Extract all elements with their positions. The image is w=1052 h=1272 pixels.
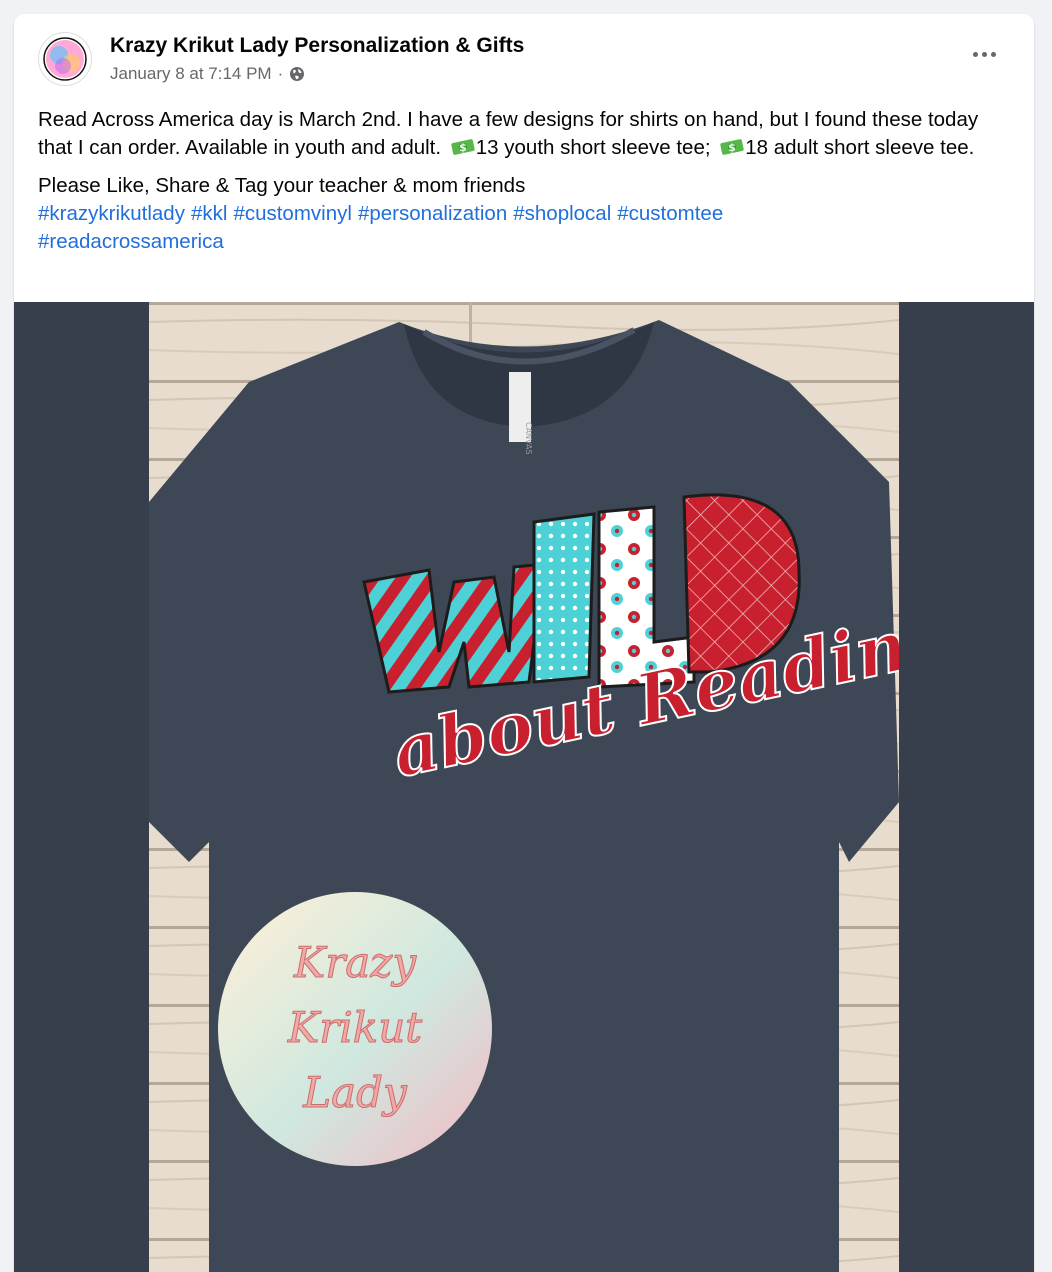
page-avatar[interactable]	[38, 32, 92, 86]
svg-text:$: $	[728, 141, 736, 154]
post-meta: January 8 at 7:14 PM ·	[110, 64, 305, 84]
price-adult: 18 adult short sleeve tee.	[745, 136, 975, 159]
meta-separator: ·	[277, 64, 284, 83]
post-text-cta: Please Like, Share & Tag your teacher & …	[38, 174, 526, 197]
post-header: Krazy Krikut Lady Personalization & Gift…	[14, 14, 1034, 92]
watermark-line-2: Krikut	[287, 1003, 422, 1052]
post-paragraph-1: Read Across America day is March 2nd. I …	[38, 106, 998, 162]
hashtag-link[interactable]: #shoplocal	[513, 202, 611, 225]
hashtag-link[interactable]: #personalization	[358, 202, 507, 225]
shirt-tag-text: CANVAS	[524, 422, 533, 455]
post-card: Krazy Krikut Lady Personalization & Gift…	[14, 14, 1034, 1272]
hashtag-link[interactable]: #readacrossamerica	[38, 230, 224, 253]
globe-icon[interactable]	[289, 66, 305, 82]
hashtag-link[interactable]: #customvinyl	[233, 202, 352, 225]
price-youth: 13 youth short sleeve tee;	[475, 136, 717, 159]
more-dot	[981, 51, 987, 57]
more-dot	[990, 51, 996, 57]
hashtag-link[interactable]: #customtee	[617, 202, 723, 225]
hashtag-list: #krazykrikutlady #kkl #customvinyl #persona…	[38, 202, 729, 253]
svg-text:$: $	[459, 141, 467, 154]
tshirt-shape	[149, 320, 899, 1272]
post-timestamp[interactable]: January 8 at 7:14 PM	[110, 64, 272, 84]
post-paragraph-2: Please Like, Share & Tag your teacher & …	[38, 172, 998, 256]
more-dot	[972, 51, 978, 57]
hashtag-link[interactable]: #krazykrikutlady	[38, 202, 185, 225]
page-name[interactable]: Krazy Krikut Lady Personalization & Gift…	[110, 34, 524, 58]
hashtag-link[interactable]: #kkl	[191, 202, 227, 225]
money-emoji-icon: $	[720, 139, 744, 155]
shirt-photo: CANVAS about Reading Krazy Krikut Lady	[149, 302, 899, 1272]
money-emoji-icon: $	[451, 139, 475, 155]
post-media[interactable]: CANVAS about Reading Krazy Krikut Lady	[14, 302, 1034, 1272]
more-options-button[interactable]	[964, 44, 1004, 64]
watermark-line-3: Lady	[302, 1068, 408, 1117]
watermark-line-1: Krazy	[293, 938, 418, 987]
post-body: Read Across America day is March 2nd. I …	[38, 106, 998, 256]
